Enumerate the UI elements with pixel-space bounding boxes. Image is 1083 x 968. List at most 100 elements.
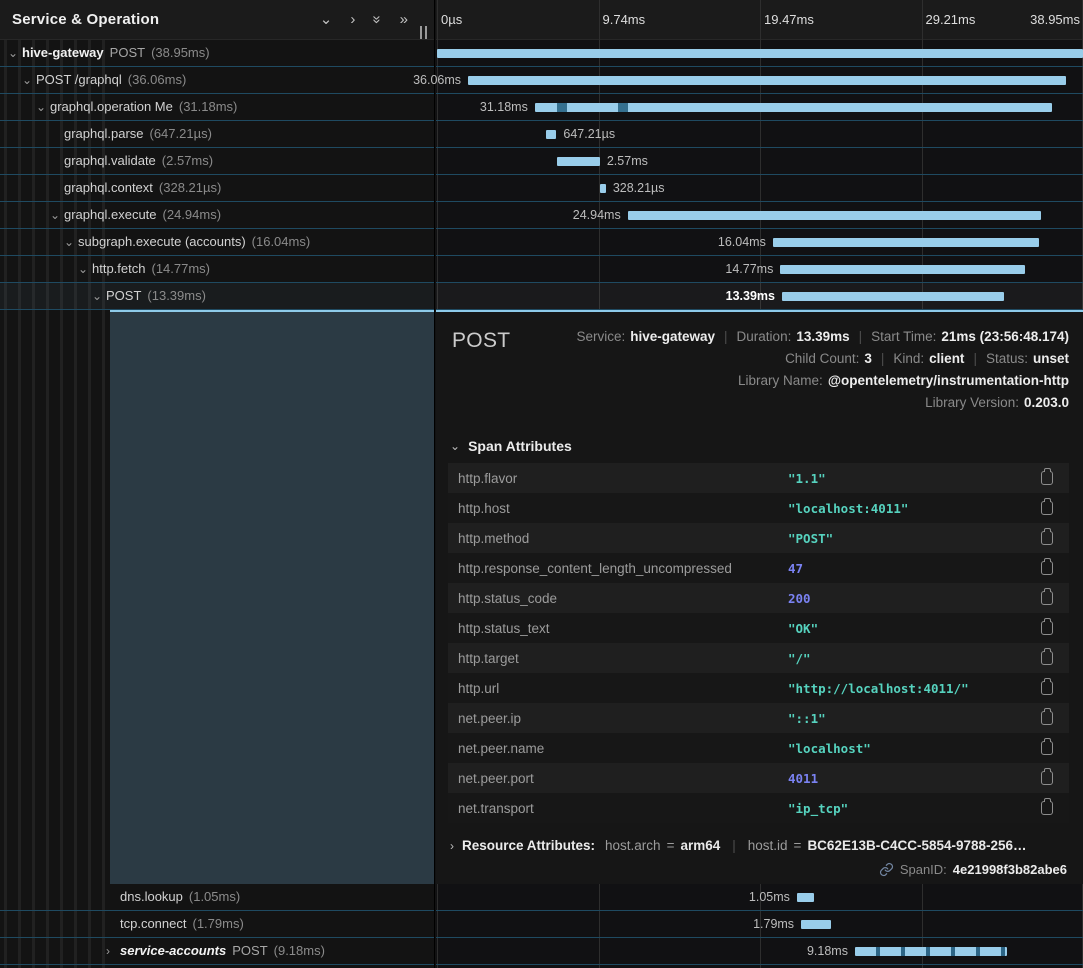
- span-attributes-table: http.flavor"1.1"http.host"localhost:4011…: [448, 463, 1069, 823]
- timeline-row[interactable]: 16.04ms: [436, 229, 1083, 256]
- copy-icon[interactable]: [1041, 681, 1053, 695]
- attribute-value: "localhost:4011": [788, 501, 1035, 516]
- chevron-down-icon[interactable]: ⌄: [78, 256, 92, 282]
- timeline-row[interactable]: 13.39ms: [436, 283, 1083, 310]
- chevron-down-icon[interactable]: ⌄: [8, 40, 22, 66]
- copy-icon[interactable]: [1041, 711, 1053, 725]
- span-bar[interactable]: [468, 76, 1066, 85]
- tree-row[interactable]: ⌄POST(13.39ms): [0, 283, 434, 310]
- timeline-row[interactable]: 328.21µs: [436, 175, 1083, 202]
- tree-row[interactable]: ›service-accountsPOST(9.18ms): [0, 938, 434, 965]
- span-bar[interactable]: [437, 49, 1083, 58]
- tree-row[interactable]: ⌄graphql.execute(24.94ms): [0, 202, 434, 229]
- copy-icon[interactable]: [1041, 621, 1053, 635]
- detail-header: POST Service:hive-gateway|Duration:13.39…: [448, 326, 1069, 414]
- chevron-down-icon[interactable]: ⌄: [50, 202, 64, 228]
- self-time-mark: [618, 103, 628, 112]
- span-attributes-toggle[interactable]: ⌄ Span Attributes: [448, 438, 1069, 454]
- selected-span-region: [110, 310, 434, 884]
- copy-icon[interactable]: [1041, 801, 1053, 815]
- copy-icon[interactable]: [1041, 741, 1053, 755]
- collapse-all-icon[interactable]: »: [370, 15, 385, 23]
- tree-row[interactable]: tcp.connect(1.79ms): [0, 911, 434, 938]
- service-name: service-accounts: [120, 943, 226, 958]
- span-duration: (647.21µs): [150, 126, 212, 141]
- tree-row[interactable]: graphql.parse (647.21µs): [0, 121, 434, 148]
- attribute-row: net.peer.ip"::1": [448, 703, 1069, 733]
- chevron-down-icon: ⌄: [450, 439, 460, 453]
- copy-icon[interactable]: [1041, 651, 1053, 665]
- tree-row[interactable]: ⌄graphql.operation Me(31.18ms): [0, 94, 434, 121]
- timeline-row[interactable]: 9.18ms: [436, 938, 1083, 965]
- operation-name: graphql.context: [64, 180, 153, 195]
- chevron-down-icon[interactable]: ⌄: [92, 283, 106, 309]
- operation-name: POST: [106, 288, 141, 303]
- timeline-row[interactable]: 36.06ms: [436, 67, 1083, 94]
- chevron-right-icon[interactable]: ›: [106, 938, 120, 964]
- operation-name: POST: [110, 45, 145, 60]
- panel-title: Service & Operation: [12, 11, 159, 28]
- timeline-row[interactable]: 1.79ms: [436, 911, 1083, 938]
- expand-one-icon[interactable]: ›: [350, 12, 355, 27]
- timeline-row[interactable]: 31.18ms: [436, 94, 1083, 121]
- copy-icon[interactable]: [1041, 471, 1053, 485]
- tree-row[interactable]: ⌄hive-gatewayPOST(38.95ms): [0, 40, 434, 67]
- tree-row[interactable]: ⌄subgraph.execute (accounts)(16.04ms): [0, 229, 434, 256]
- bar-duration-label: 9.18ms: [807, 938, 848, 965]
- chevron-right-icon: ›: [450, 839, 454, 853]
- bar-duration-label: 1.05ms: [749, 884, 790, 911]
- copy-icon[interactable]: [1041, 501, 1053, 515]
- tree-row[interactable]: dns.lookup(1.05ms): [0, 884, 434, 911]
- span-bar[interactable]: [546, 130, 557, 139]
- chevron-down-icon[interactable]: ⌄: [36, 94, 50, 120]
- span-bar[interactable]: [535, 103, 1052, 112]
- timeline-row[interactable]: 647.21µs: [436, 121, 1083, 148]
- copy-icon[interactable]: [1041, 561, 1053, 575]
- span-bar[interactable]: [782, 292, 1004, 301]
- link-icon[interactable]: [879, 862, 894, 877]
- resource-attributes-row: › Resource Attributes: host.arch=arm64|h…: [448, 838, 1069, 853]
- span-bar[interactable]: [557, 157, 600, 166]
- timeline-row[interactable]: [436, 40, 1083, 67]
- meta-value: 3: [864, 348, 872, 370]
- timeline-tick-label: 29.21ms: [926, 0, 976, 40]
- meta-key: Library Version:: [925, 392, 1019, 414]
- tree-row[interactable]: ⌄http.fetch(14.77ms): [0, 256, 434, 283]
- attribute-key: http.host: [458, 501, 788, 516]
- meta-key: Child Count:: [785, 348, 859, 370]
- span-bar[interactable]: [773, 238, 1039, 247]
- copy-icon[interactable]: [1041, 771, 1053, 785]
- chevron-down-icon[interactable]: ⌄: [64, 229, 78, 255]
- operation-name: graphql.parse: [64, 126, 144, 141]
- timeline-row[interactable]: 1.05ms: [436, 884, 1083, 911]
- tree-row[interactable]: graphql.context(328.21µs): [0, 175, 434, 202]
- detail-meta: Service:hive-gateway|Duration:13.39ms|St…: [576, 326, 1069, 414]
- panel-resize-handle[interactable]: [420, 26, 427, 39]
- span-bar[interactable]: [600, 184, 605, 193]
- collapse-one-icon[interactable]: ⌄: [320, 12, 333, 27]
- tree-row[interactable]: graphql.validate(2.57ms): [0, 148, 434, 175]
- meta-value: 21ms (23:56:48.174): [941, 326, 1069, 348]
- copy-icon[interactable]: [1041, 531, 1053, 545]
- span-bar[interactable]: [801, 920, 831, 929]
- span-id-label: SpanID:: [900, 862, 947, 877]
- operation-name: http.fetch: [92, 261, 145, 276]
- attribute-value: 4011: [788, 771, 1035, 786]
- attribute-key: net.peer.ip: [458, 711, 788, 726]
- expand-all-icon[interactable]: »: [400, 12, 408, 27]
- span-bar[interactable]: [855, 947, 1007, 956]
- copy-icon[interactable]: [1041, 591, 1053, 605]
- timeline-rows-bottom: 1.05ms1.79ms9.18ms: [436, 884, 1083, 965]
- timeline-row[interactable]: 24.94ms: [436, 202, 1083, 229]
- timeline-row[interactable]: 14.77ms: [436, 256, 1083, 283]
- span-bar[interactable]: [780, 265, 1025, 274]
- resource-attributes-toggle[interactable]: Resource Attributes:: [462, 838, 595, 853]
- span-bar[interactable]: [628, 211, 1042, 220]
- tree-rows-bottom: dns.lookup(1.05ms)tcp.connect(1.79ms)›se…: [0, 884, 434, 965]
- timeline-row[interactable]: 2.57ms: [436, 148, 1083, 175]
- chevron-down-icon[interactable]: ⌄: [22, 67, 36, 93]
- bar-duration-label: 2.57ms: [607, 148, 648, 175]
- span-bar[interactable]: [797, 893, 814, 902]
- tree-row[interactable]: ⌄POST /graphql(36.06ms): [0, 67, 434, 94]
- span-id-row: SpanID: 4e21998f3b82abe6: [448, 862, 1069, 877]
